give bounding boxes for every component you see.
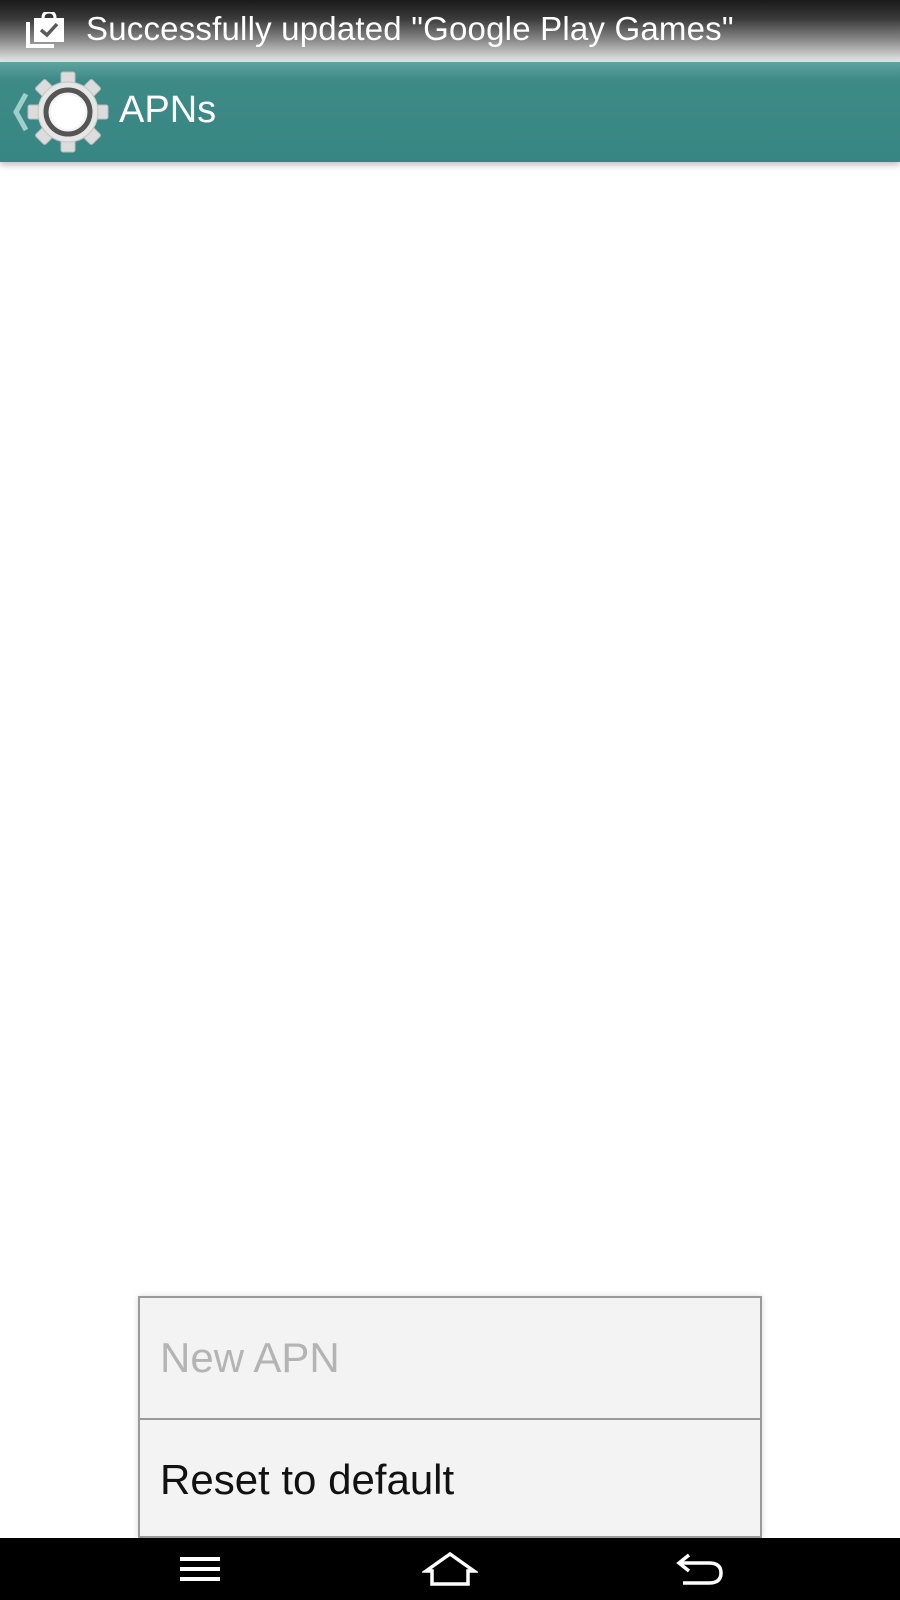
home-icon[interactable] [420, 1544, 480, 1594]
action-bar: APNs [0, 62, 900, 162]
status-bar: Successfully updated "Google Play Games" [0, 0, 900, 62]
menu-icon[interactable] [170, 1544, 230, 1594]
menu-item-reset-to-default-label: Reset to default [160, 1456, 455, 1503]
settings-gear-icon[interactable] [26, 70, 110, 154]
menu-item-reset-to-default[interactable]: Reset to default [140, 1420, 760, 1536]
app-update-done-icon [24, 10, 66, 50]
page-title: APNs [119, 89, 217, 131]
navigation-bar [0, 1538, 900, 1600]
menu-item-new-apn: New APN [140, 1298, 760, 1418]
menu-item-new-apn-label: New APN [160, 1334, 340, 1381]
apns-screen: Successfully updated "Google Play Games" [0, 0, 900, 1600]
notification-ticker-text: Successfully updated "Google Play Games" [86, 10, 734, 47]
options-menu: New APN Reset to default [138, 1296, 762, 1538]
back-icon[interactable] [670, 1544, 730, 1594]
